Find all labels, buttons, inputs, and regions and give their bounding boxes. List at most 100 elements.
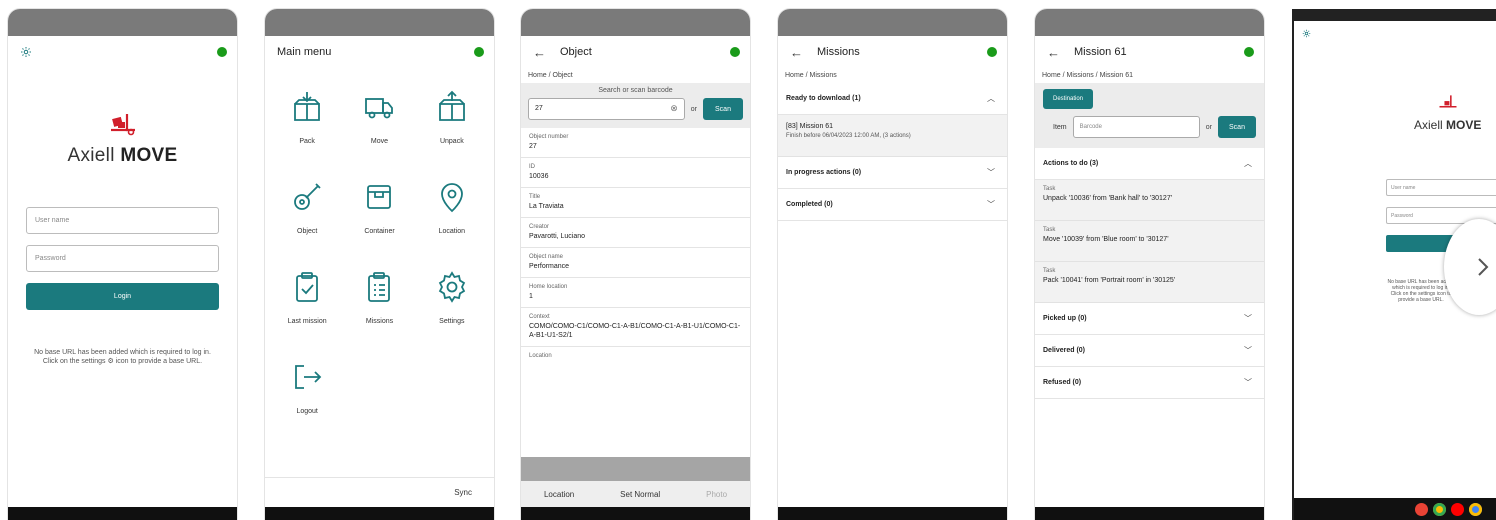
- menu-item-label: Last mission: [287, 318, 327, 325]
- task-item[interactable]: Task Unpack '10036' from 'Bank hall' to '…: [1035, 180, 1264, 221]
- breadcrumb: Home / Missions: [785, 72, 837, 79]
- task-item[interactable]: Task Pack '10041' from 'Portrait room' in…: [1035, 262, 1264, 303]
- property-key: ID: [529, 164, 535, 170]
- accordion-label: In progress actions (0): [786, 169, 862, 176]
- menu-item-object[interactable]: Object: [271, 172, 343, 252]
- task-item[interactable]: Task Move '10039' from 'Blue room' to '30…: [1035, 221, 1264, 262]
- youtube-icon[interactable]: [1451, 502, 1464, 516]
- search-label: Search or scan barcode: [598, 87, 673, 94]
- missions-screen: ← Missions Home / Missions Ready to down…: [778, 9, 1007, 520]
- chevron-down-icon: ﹀: [1244, 378, 1252, 387]
- object-properties: Object number 27 ID 10036 Title La Traviata…: [521, 128, 750, 365]
- search-panel: Search or scan barcode 27 ⊗ or Scan: [521, 83, 750, 128]
- gmail-icon[interactable]: [1415, 502, 1428, 516]
- menu-grid: Pack Move Unpack Object Container Locati…: [265, 68, 494, 432]
- clear-icon[interactable]: ⊗: [670, 103, 678, 114]
- photo-button[interactable]: Photo: [706, 490, 727, 499]
- menu-item-logout[interactable]: Logout: [271, 352, 343, 432]
- property-value: COMO/COMO-C1/COMO-C1-A-B1/COMO-C1-A-B1-U…: [529, 323, 741, 339]
- menu-item-unpack[interactable]: Unpack: [416, 82, 488, 162]
- accordion-in-progress[interactable]: In progress actions (0) ﹀: [778, 157, 1007, 189]
- or-label: or: [690, 105, 697, 113]
- chrome-icon[interactable]: [1433, 502, 1446, 516]
- task-description: Move '10039' from 'Blue room' to '30127': [1043, 236, 1169, 243]
- location-pin-icon: [440, 183, 463, 213]
- mission-name: [83] Mission 61: [786, 123, 834, 130]
- scan-panel: Destination Item Barcode or Scan: [1035, 83, 1264, 148]
- photos-icon[interactable]: [1469, 502, 1482, 516]
- connection-status-dot: [217, 47, 227, 57]
- system-nav-bar: [1035, 507, 1264, 520]
- logo-text-light: Axiell: [67, 145, 115, 166]
- menu-item-label: Settings: [439, 318, 465, 325]
- accordion-label: Completed (0): [786, 201, 833, 208]
- mission-list-item[interactable]: [83] Mission 61 Finish before 06/04/2023…: [778, 115, 1007, 157]
- menu-item-move[interactable]: Move: [343, 82, 415, 162]
- connection-status-dot: [474, 47, 484, 57]
- menu-item-container[interactable]: Container: [343, 172, 415, 252]
- property-value: 10036: [529, 173, 549, 180]
- password-input[interactable]: Password: [26, 245, 219, 272]
- property-row: Home location 1: [521, 278, 750, 308]
- item-label: Item: [1053, 123, 1067, 131]
- menu-item-label: Unpack: [439, 138, 464, 145]
- accordion-ready-to-download[interactable]: Ready to download (1) ︿: [778, 83, 1007, 115]
- search-input[interactable]: 27 ⊗: [528, 98, 685, 120]
- barcode-input[interactable]: Barcode: [1072, 116, 1200, 138]
- location-button[interactable]: Location: [544, 490, 574, 499]
- property-value: 1: [529, 293, 533, 300]
- or-label: or: [1205, 123, 1212, 131]
- back-arrow-icon[interactable]: ←: [533, 45, 546, 60]
- connection-status-dot: [730, 47, 740, 57]
- scan-button[interactable]: Scan: [1218, 116, 1256, 138]
- gear-icon[interactable]: [20, 46, 32, 58]
- accordion-picked-up[interactable]: Picked up (0) ﹀: [1035, 303, 1264, 335]
- system-nav-bar: [521, 507, 750, 520]
- login-button[interactable]: Login: [26, 283, 219, 310]
- menu-item-pack[interactable]: Pack: [271, 82, 343, 162]
- chevron-up-icon: ︿: [987, 94, 995, 103]
- accordion-completed[interactable]: Completed (0) ﹀: [778, 189, 1007, 221]
- property-row: Location: [521, 347, 750, 365]
- logo-text-bold: MOVE: [120, 145, 178, 166]
- page-title: Missions: [817, 46, 860, 58]
- menu-item-settings[interactable]: Settings: [416, 262, 488, 342]
- menu-item-label: Move: [370, 138, 389, 145]
- set-normal-button[interactable]: Set Normal: [620, 490, 660, 499]
- menu-item-missions[interactable]: Missions: [343, 262, 415, 342]
- task-key: Task: [1043, 186, 1056, 192]
- destination-button[interactable]: Destination: [1043, 89, 1093, 109]
- property-row: Context COMO/COMO-C1/COMO-C1-A-B1/COMO-C1…: [521, 308, 750, 347]
- property-row: Object number 27: [521, 128, 750, 158]
- username-input[interactable]: User name: [1386, 179, 1496, 196]
- accordion-refused[interactable]: Refused (0) ﹀: [1035, 367, 1264, 399]
- status-bar: [1294, 9, 1496, 21]
- back-arrow-icon[interactable]: ←: [790, 45, 803, 60]
- back-arrow-icon[interactable]: ←: [1047, 45, 1060, 60]
- scan-button[interactable]: Scan: [703, 98, 743, 120]
- connection-status-dot: [1244, 47, 1254, 57]
- object-screen: ← Object Home / Object Search or scan ba…: [521, 9, 750, 520]
- gear-icon: [438, 271, 465, 303]
- accordion-delivered[interactable]: Delivered (0) ﹀: [1035, 335, 1264, 367]
- chevron-right-icon: [1478, 258, 1489, 276]
- task-description: Unpack '10036' from 'Bank hall' to '3012…: [1043, 195, 1173, 202]
- property-value: La Traviata: [529, 203, 564, 210]
- menu-item-location[interactable]: Location: [416, 172, 488, 252]
- menu-item-last-mission[interactable]: Last mission: [271, 262, 343, 342]
- accordion-actions-to-do[interactable]: Actions to do (3) ︿: [1035, 148, 1264, 180]
- property-value: Pavarotti, Luciano: [529, 233, 586, 240]
- base-url-warning: No base URL has been added which is requ…: [34, 349, 211, 365]
- sync-button[interactable]: Sync: [454, 488, 472, 497]
- menu-item-label: Missions: [365, 318, 394, 325]
- axiell-move-logo-icon: [1439, 95, 1457, 108]
- accordion-label: Picked up (0): [1043, 315, 1087, 322]
- gear-icon[interactable]: [1302, 29, 1311, 38]
- property-key: Title: [529, 194, 541, 200]
- chevron-down-icon: ﹀: [1244, 346, 1252, 355]
- property-key: Context: [529, 314, 550, 320]
- task-description: Pack '10041' from 'Portrait room' in '30…: [1043, 277, 1176, 284]
- username-input[interactable]: User name: [26, 207, 219, 234]
- accordion-label: Delivered (0): [1043, 347, 1086, 354]
- breadcrumb: Home / Object: [528, 72, 573, 79]
